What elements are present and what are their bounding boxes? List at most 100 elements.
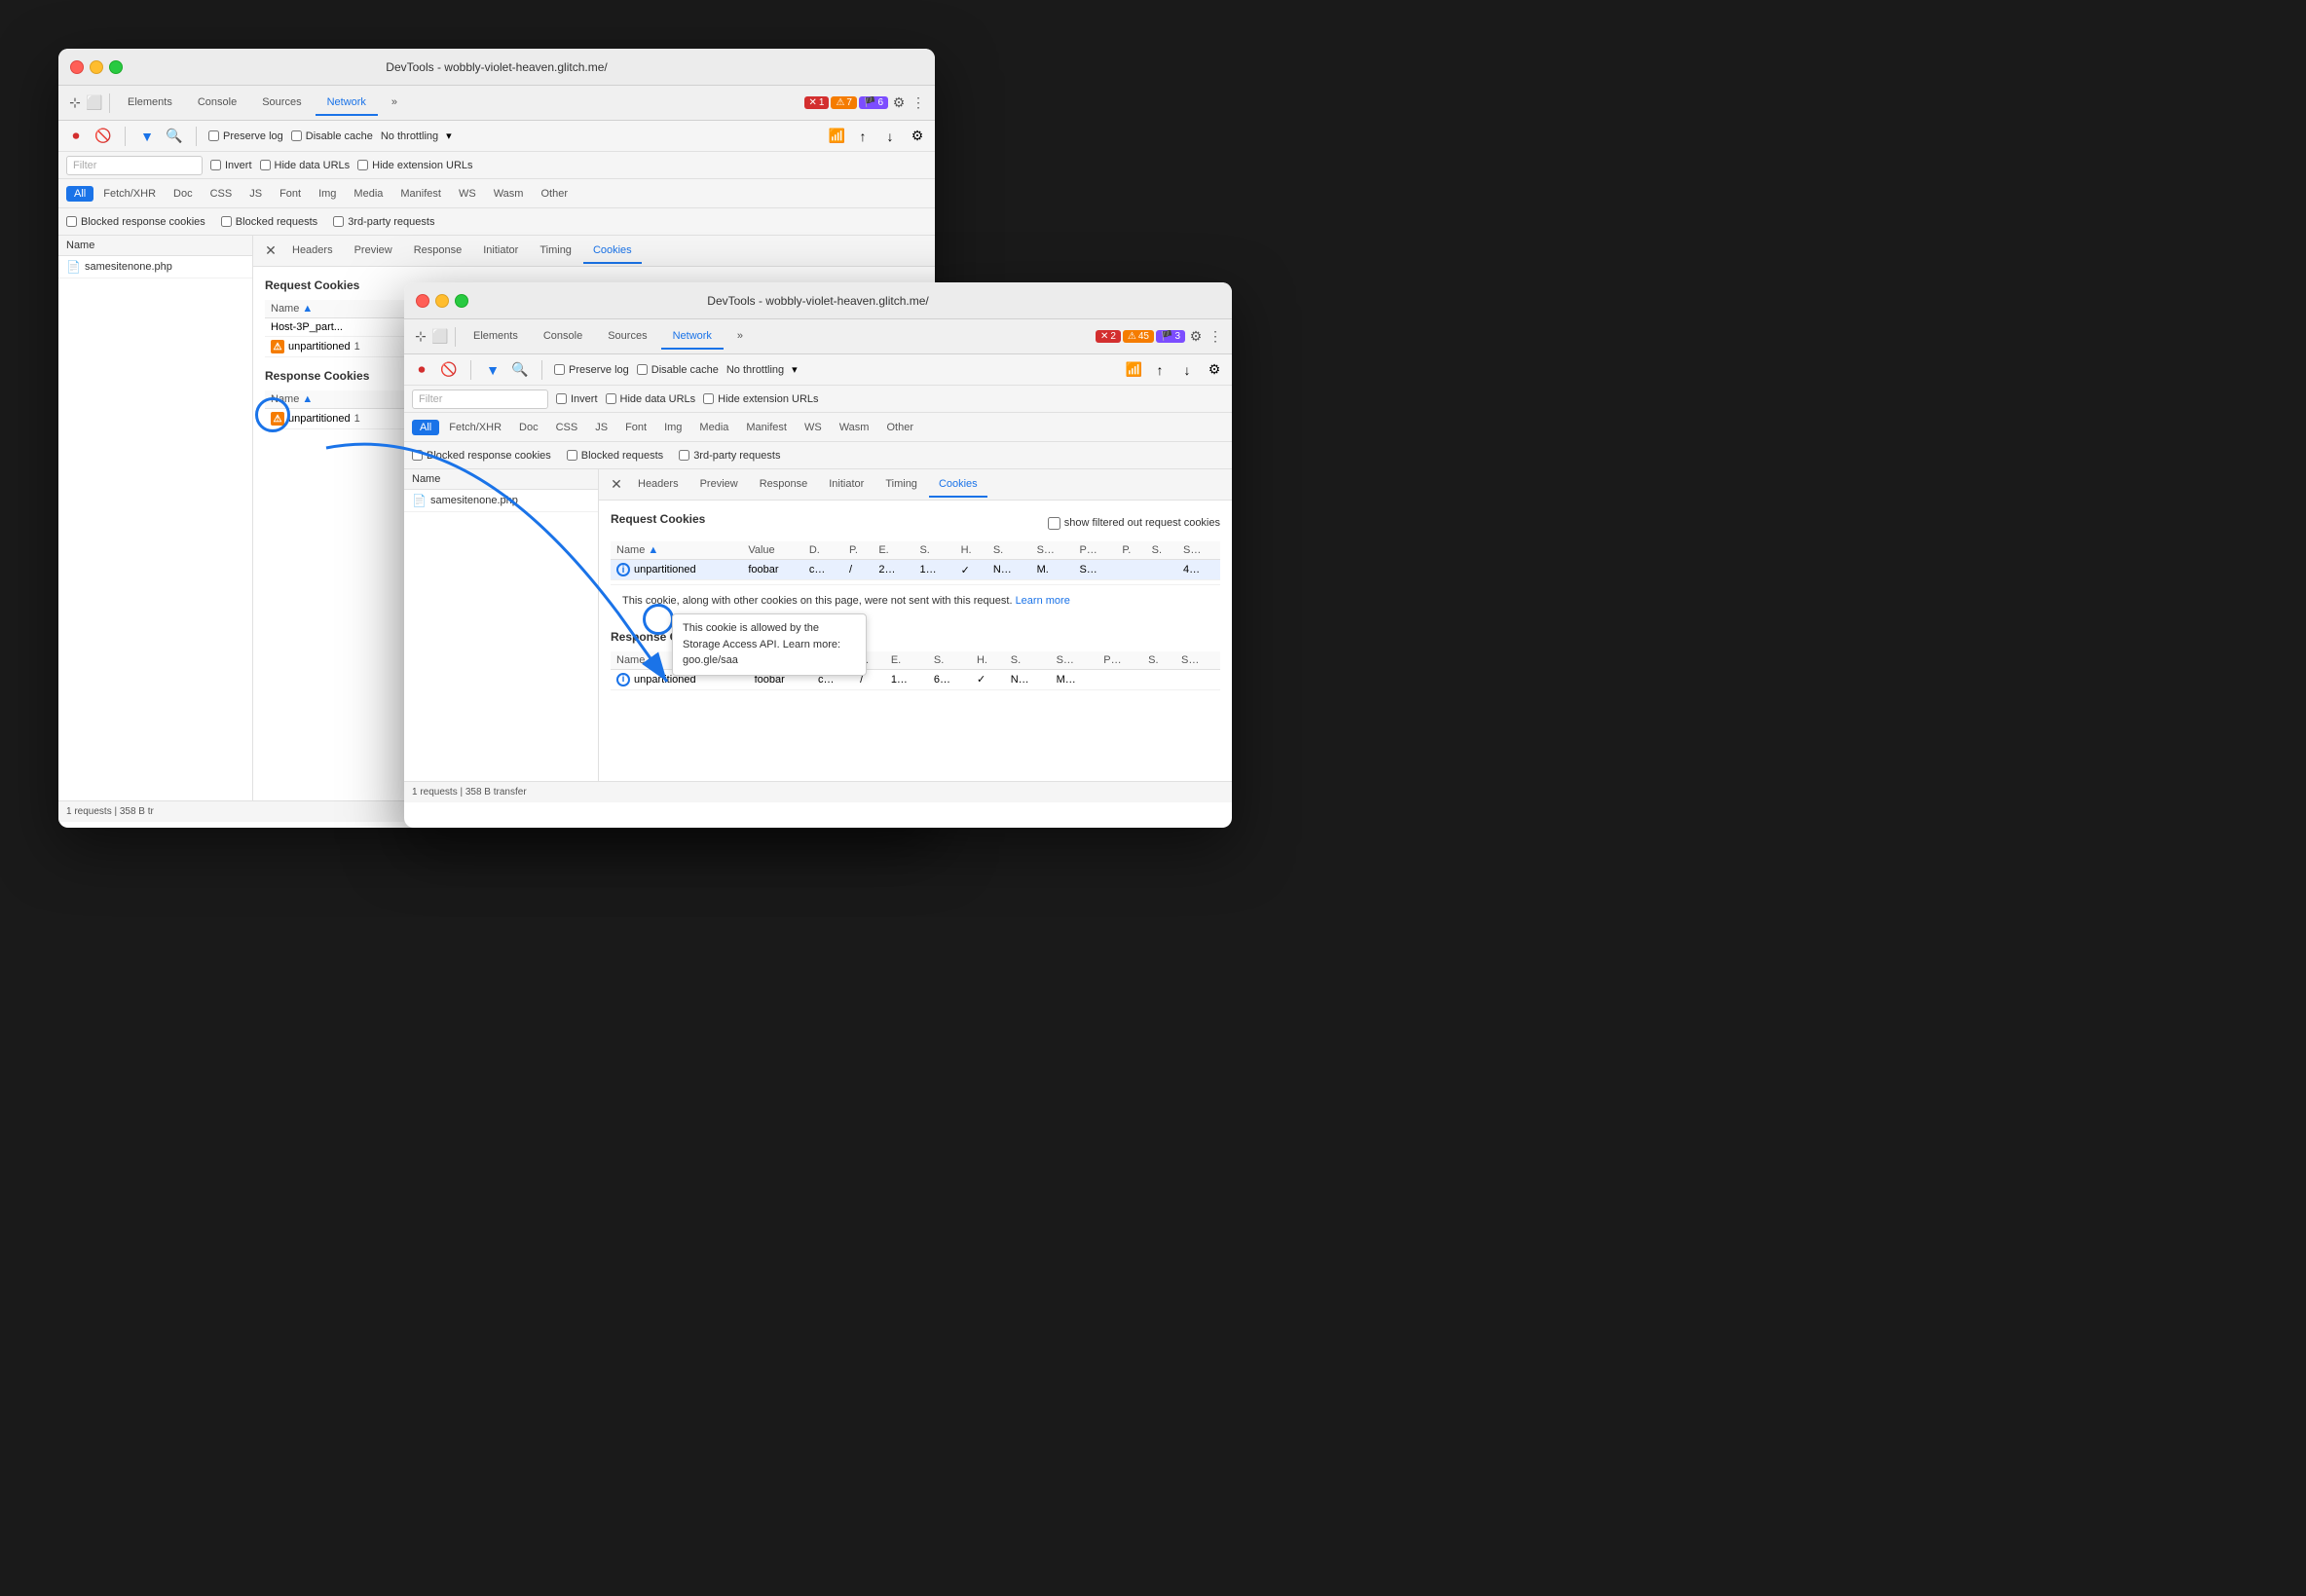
- tab-network-back[interactable]: Network: [316, 91, 378, 116]
- download-icon-front[interactable]: ↓: [1177, 360, 1197, 380]
- settings2-icon-front[interactable]: ⚙: [1205, 360, 1224, 380]
- hide-data-urls-checkbox-front[interactable]: [606, 393, 616, 404]
- filter-input-back[interactable]: [66, 156, 203, 175]
- preserve-log-label-front[interactable]: Preserve log: [554, 364, 629, 376]
- type-wasm-back[interactable]: Wasm: [486, 186, 532, 202]
- request-item-front[interactable]: 📄 samesitenone.php: [404, 490, 598, 512]
- hide-data-urls-label-back[interactable]: Hide data URLs: [260, 160, 351, 171]
- info-icon-resp-front[interactable]: i: [616, 673, 630, 687]
- detail-tab-response-back[interactable]: Response: [404, 239, 472, 264]
- download-icon-back[interactable]: ↓: [880, 127, 900, 146]
- inspect-icon-front[interactable]: ⊹: [412, 328, 429, 346]
- third-party-label-back[interactable]: 3rd-party requests: [333, 216, 434, 228]
- type-manifest-back[interactable]: Manifest: [392, 186, 449, 202]
- clear-button-back[interactable]: 🚫: [93, 127, 113, 146]
- col-s-front[interactable]: S.: [913, 541, 954, 560]
- maximize-button-back[interactable]: [109, 60, 123, 74]
- col-s2-front[interactable]: S.: [987, 541, 1031, 560]
- invert-label-front[interactable]: Invert: [556, 393, 598, 405]
- third-party-checkbox-back[interactable]: [333, 216, 344, 227]
- preserve-log-label-back[interactable]: Preserve log: [208, 130, 283, 142]
- tab-elements-back[interactable]: Elements: [116, 91, 184, 116]
- tab-more-back[interactable]: »: [380, 91, 409, 116]
- settings-icon-back[interactable]: ⚙: [890, 94, 908, 112]
- close-button-front[interactable]: [416, 294, 429, 308]
- col-s4-front[interactable]: S.: [1146, 541, 1177, 560]
- maximize-button-front[interactable]: [455, 294, 468, 308]
- filter-input-front[interactable]: [412, 390, 548, 409]
- type-img-front[interactable]: Img: [656, 420, 689, 435]
- device-icon[interactable]: ⬜: [86, 94, 103, 112]
- throttling-select-front[interactable]: No throttling: [726, 364, 784, 376]
- detail-tab-timing-front[interactable]: Timing: [875, 472, 927, 498]
- type-manifest-front[interactable]: Manifest: [738, 420, 795, 435]
- type-other-back[interactable]: Other: [533, 186, 576, 202]
- detail-tab-cookies-back[interactable]: Cookies: [583, 239, 642, 264]
- col-p2-front[interactable]: P…: [1073, 541, 1116, 560]
- col-h-front[interactable]: H.: [955, 541, 987, 560]
- col-e-front[interactable]: E.: [873, 541, 913, 560]
- tab-sources-back[interactable]: Sources: [250, 91, 313, 116]
- throttling-select-back[interactable]: No throttling: [381, 130, 438, 142]
- filter-button-front[interactable]: ▼: [483, 360, 502, 380]
- type-doc-front[interactable]: Doc: [511, 420, 546, 435]
- col-value-front[interactable]: Value: [742, 541, 802, 560]
- type-fetch-front[interactable]: Fetch/XHR: [441, 420, 509, 435]
- invert-label-back[interactable]: Invert: [210, 160, 252, 171]
- col-s3-front[interactable]: S…: [1031, 541, 1074, 560]
- hide-ext-urls-checkbox-front[interactable]: [703, 393, 714, 404]
- detail-tab-cookies-front[interactable]: Cookies: [929, 472, 987, 498]
- preserve-log-checkbox-front[interactable]: [554, 364, 565, 375]
- settings-icon-front[interactable]: ⚙: [1187, 328, 1205, 346]
- col-name-front[interactable]: Name ▲: [611, 541, 742, 560]
- info-icon-front[interactable]: i: [616, 563, 630, 576]
- request-item-back[interactable]: 📄 samesitenone.php: [58, 256, 252, 278]
- device-icon-front[interactable]: ⬜: [431, 328, 449, 346]
- tab-elements-front[interactable]: Elements: [462, 324, 530, 350]
- hide-ext-urls-checkbox-back[interactable]: [357, 160, 368, 170]
- type-js-front[interactable]: JS: [587, 420, 615, 435]
- upload-icon-front[interactable]: ↑: [1150, 360, 1170, 380]
- type-font-front[interactable]: Font: [617, 420, 654, 435]
- type-img-back[interactable]: Img: [311, 186, 344, 202]
- type-css-back[interactable]: CSS: [203, 186, 241, 202]
- tab-sources-front[interactable]: Sources: [596, 324, 658, 350]
- show-filtered-label-front[interactable]: show filtered out request cookies: [1048, 517, 1220, 530]
- col-d-front[interactable]: D.: [803, 541, 843, 560]
- col-s5-front[interactable]: S…: [1177, 541, 1220, 560]
- blocked-cookies-checkbox-back[interactable]: [66, 216, 77, 227]
- blocked-requests-checkbox-back[interactable]: [221, 216, 232, 227]
- blocked-cookies-checkbox-front[interactable]: [412, 450, 423, 461]
- blocked-cookies-label-back[interactable]: Blocked response cookies: [66, 216, 205, 228]
- close-button-back[interactable]: [70, 60, 84, 74]
- tab-console-front[interactable]: Console: [532, 324, 594, 350]
- upload-icon-back[interactable]: ↑: [853, 127, 873, 146]
- detail-tab-initiator-back[interactable]: Initiator: [473, 239, 528, 264]
- record-button-back[interactable]: ⏺: [66, 127, 86, 146]
- invert-checkbox-front[interactable]: [556, 393, 567, 404]
- req-cookie-row-front[interactable]: i unpartitioned foobar c… / 2… 1… ✓ N…: [611, 560, 1220, 580]
- hide-data-urls-label-front[interactable]: Hide data URLs: [606, 393, 696, 405]
- blocked-requests-label-back[interactable]: Blocked requests: [221, 216, 317, 228]
- detail-tab-timing-back[interactable]: Timing: [530, 239, 581, 264]
- invert-checkbox-back[interactable]: [210, 160, 221, 170]
- type-ws-back[interactable]: WS: [451, 186, 484, 202]
- type-other-front[interactable]: Other: [878, 420, 921, 435]
- tab-network-front[interactable]: Network: [661, 324, 724, 350]
- search-button-back[interactable]: 🔍: [165, 127, 184, 146]
- type-all-back[interactable]: All: [66, 186, 93, 202]
- type-media-back[interactable]: Media: [346, 186, 391, 202]
- clear-button-front[interactable]: 🚫: [439, 360, 459, 380]
- disable-cache-label-back[interactable]: Disable cache: [291, 130, 373, 142]
- hide-ext-urls-label-back[interactable]: Hide extension URLs: [357, 160, 472, 171]
- type-font-back[interactable]: Font: [272, 186, 309, 202]
- close-detail-front[interactable]: ✕: [607, 475, 626, 495]
- record-button-front[interactable]: ⏺: [412, 360, 431, 380]
- inspect-icon[interactable]: ⊹: [66, 94, 84, 112]
- tab-more-front[interactable]: »: [725, 324, 755, 350]
- blocked-cookies-label-front[interactable]: Blocked response cookies: [412, 450, 551, 462]
- col-p-front[interactable]: P.: [843, 541, 873, 560]
- type-fetch-back[interactable]: Fetch/XHR: [95, 186, 164, 202]
- third-party-checkbox-front[interactable]: [679, 450, 689, 461]
- preserve-log-checkbox-back[interactable]: [208, 130, 219, 141]
